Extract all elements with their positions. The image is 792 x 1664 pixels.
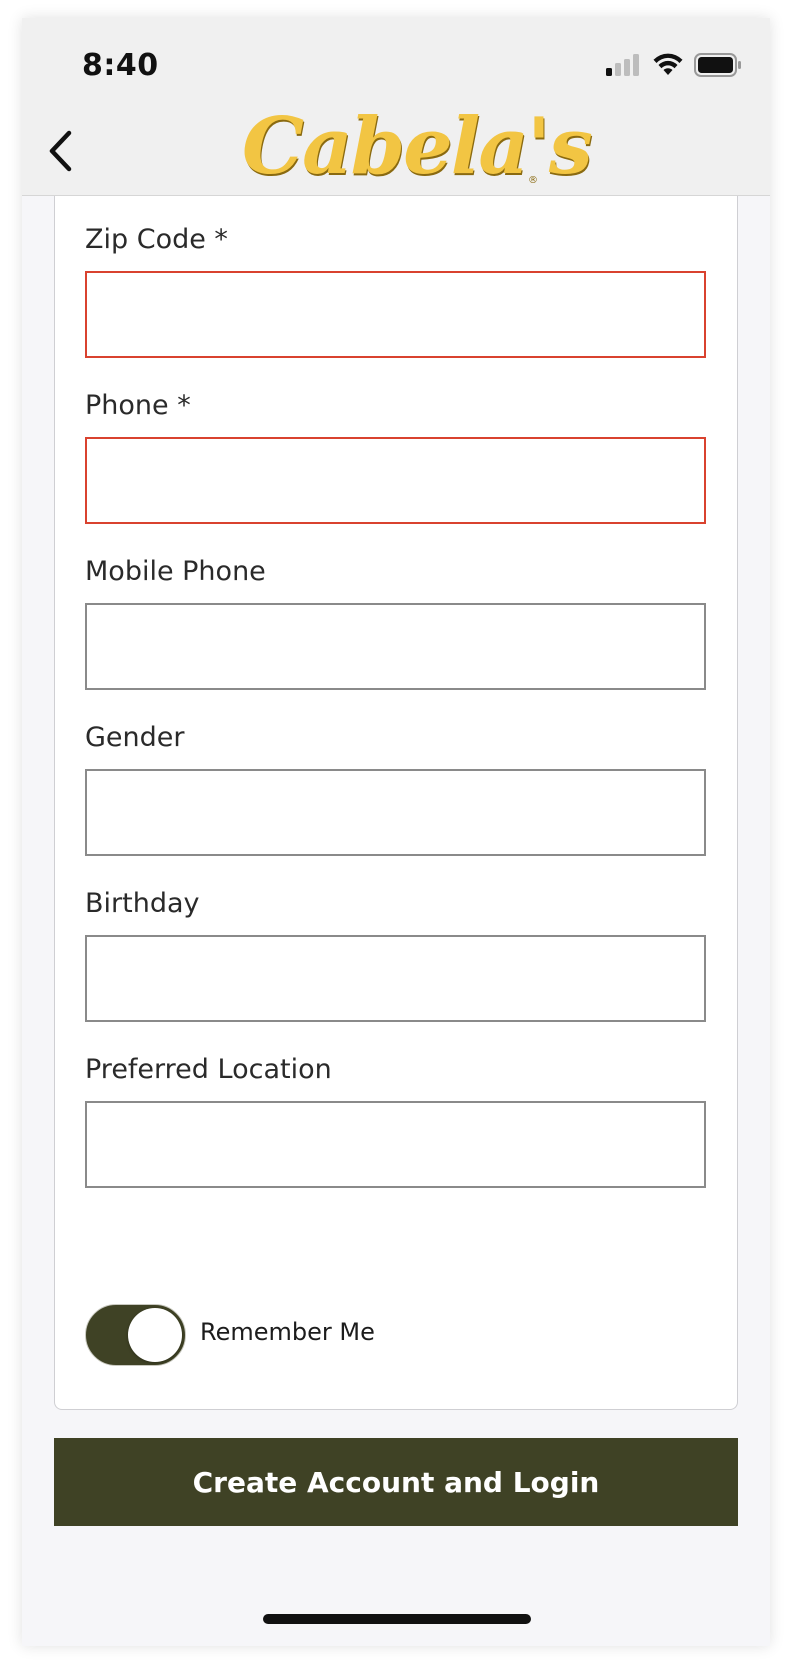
phone-input[interactable]	[85, 437, 706, 524]
signal-icon	[606, 54, 642, 80]
brand-logo: Cabela's ®	[242, 101, 593, 192]
brand-wordmark: Cabela's	[242, 101, 593, 192]
registration-form: Zip Code * Phone * Mobile Phone Gender B…	[54, 196, 738, 1410]
preferred-location-label: Preferred Location	[85, 1054, 332, 1085]
mobile-phone-label: Mobile Phone	[85, 556, 266, 587]
zip-code-input[interactable]	[85, 271, 706, 358]
preferred-location-input[interactable]	[85, 1101, 706, 1188]
status-time: 8:40	[82, 48, 159, 83]
back-button[interactable]	[40, 128, 80, 178]
remember-me-toggle[interactable]	[85, 1304, 186, 1366]
wifi-icon	[652, 53, 684, 81]
app-header: 8:40 Cabela's ®	[22, 18, 770, 196]
birthday-label: Birthday	[85, 888, 200, 919]
remember-me-label: Remember Me	[200, 1318, 375, 1346]
home-indicator	[263, 1614, 531, 1624]
mobile-phone-input[interactable]	[85, 603, 706, 690]
phone-label: Phone *	[85, 390, 191, 421]
registered-mark: ®	[528, 175, 538, 186]
zip-code-label: Zip Code *	[85, 224, 228, 255]
battery-icon	[694, 53, 742, 81]
chevron-left-icon	[47, 130, 73, 176]
phone-screen: 8:40 Cabela's ® Zip Code * Phone * Mobil…	[22, 18, 770, 1646]
toggle-knob	[128, 1308, 182, 1362]
gender-label: Gender	[85, 722, 185, 753]
gender-input[interactable]	[85, 769, 706, 856]
status-icons	[606, 53, 742, 81]
create-account-button[interactable]: Create Account and Login	[54, 1438, 738, 1526]
birthday-input[interactable]	[85, 935, 706, 1022]
